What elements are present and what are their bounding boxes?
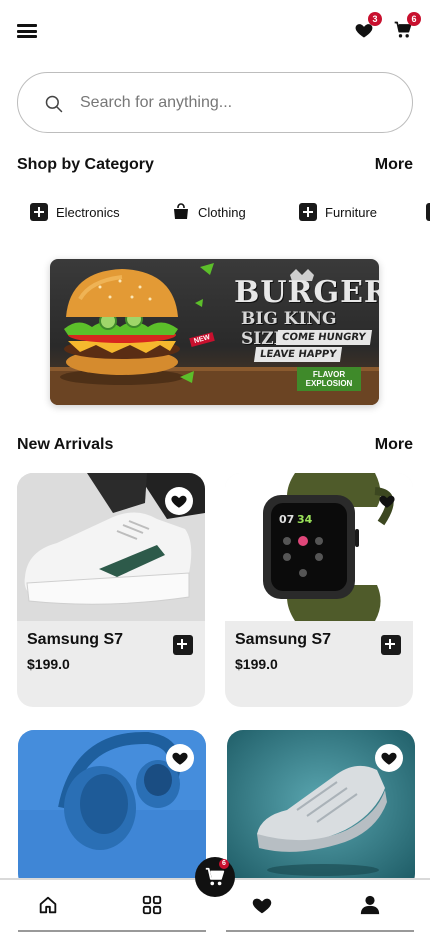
nav-categories[interactable] (137, 890, 167, 920)
plus-box-icon (30, 203, 48, 221)
favorite-button[interactable] (166, 744, 194, 772)
cart-button[interactable]: 6 (393, 12, 421, 42)
favorite-button[interactable] (373, 487, 401, 515)
add-to-cart-icon[interactable] (381, 635, 401, 655)
nav-wishlist[interactable] (247, 890, 277, 920)
plus-box-icon (426, 203, 430, 221)
category-furniture[interactable]: Furniture (299, 199, 377, 225)
search-bar[interactable] (17, 72, 413, 133)
search-input[interactable] (80, 87, 390, 119)
heart-icon (379, 495, 395, 508)
user-icon (360, 895, 380, 915)
nav-home[interactable] (33, 890, 63, 920)
banner-title: BURGER (234, 275, 379, 310)
heart-icon (252, 898, 272, 914)
svg-text:07: 07 (279, 513, 294, 526)
banner-flavor-label: FLAVOR EXPLOSION (297, 367, 361, 391)
cart-count-badge: 6 (219, 859, 229, 869)
product-card[interactable] (18, 730, 206, 890)
category-section-header: Shop by Category More (17, 156, 413, 178)
product-card[interactable] (227, 730, 415, 890)
product-price: $199.0 (27, 656, 70, 672)
section-title: Shop by Category (17, 156, 154, 173)
favorite-button[interactable] (375, 744, 403, 772)
promo-banner[interactable]: BURGER BIG KING SIZE COME HUNGRY LEAVE H… (50, 259, 379, 405)
product-name: Samsung S7 (27, 631, 124, 648)
category-label: Furniture (325, 204, 378, 220)
new-arrivals-more-link[interactable]: More (375, 436, 413, 454)
grid-icon (142, 895, 162, 915)
svg-text:34: 34 (297, 513, 313, 526)
product-name: Samsung S7 (235, 631, 332, 648)
category-electronics[interactable]: Electronics (30, 199, 120, 225)
cart-count-badge: 6 (407, 12, 421, 26)
plus-box-icon (299, 203, 317, 221)
product-card[interactable]: 07 34 Samsung S7 $199.0 (225, 473, 413, 707)
add-to-cart-icon[interactable] (173, 635, 193, 655)
banner-tag: COME HUNGRY (275, 330, 372, 345)
heart-icon (172, 752, 188, 765)
product-card[interactable]: Samsung S7 $199.0 (17, 473, 205, 707)
category-list: Electronics Clothing Furniture (0, 199, 430, 225)
nav-profile[interactable] (355, 890, 385, 920)
bag-icon (172, 203, 190, 221)
search-icon (45, 95, 63, 113)
favorite-button[interactable] (165, 487, 193, 515)
banner-tag: LEAVE HAPPY (253, 347, 343, 362)
wishlist-button[interactable]: 3 (354, 12, 382, 42)
category-label: Clothing (198, 204, 246, 220)
floating-cart-button[interactable]: 6 (195, 857, 235, 897)
section-title: New Arrivals (17, 436, 114, 453)
heart-icon (171, 495, 187, 508)
top-bar: 3 6 (0, 0, 430, 62)
home-icon (39, 896, 57, 914)
category-label: Electronics (56, 204, 120, 220)
cart-icon (205, 867, 225, 886)
category-partial[interactable] (426, 199, 430, 225)
new-arrivals-header: New Arrivals More (17, 436, 413, 458)
category-more-link[interactable]: More (375, 156, 413, 174)
wishlist-count-badge: 3 (368, 12, 382, 26)
category-clothing[interactable]: Clothing (172, 199, 246, 225)
product-price: $199.0 (235, 656, 278, 672)
hamburger-menu-icon[interactable] (17, 24, 37, 38)
heart-icon (381, 752, 397, 765)
